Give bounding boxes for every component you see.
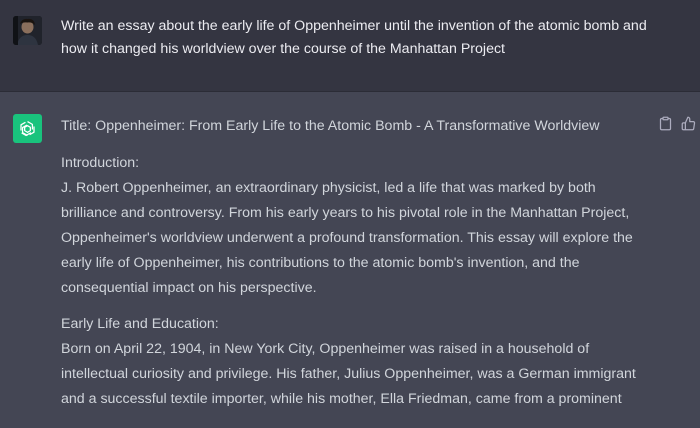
assistant-message-row: Title: Oppenheimer: From Early Life to t… — [0, 92, 700, 428]
early-life-body: Born on April 22, 1904, in New York City… — [61, 341, 636, 407]
clipboard-icon[interactable] — [657, 115, 673, 131]
thumbs-up-icon[interactable] — [680, 115, 696, 131]
intro-body: J. Robert Oppenheimer, an extraordinary … — [61, 180, 633, 296]
early-life-heading: Early Life and Education: — [61, 316, 219, 332]
assistant-message-text: Title: Oppenheimer: From Early Life to t… — [61, 114, 646, 412]
essay-title: Title: Oppenheimer: From Early Life to t… — [61, 118, 600, 134]
openai-logo-icon — [13, 114, 42, 143]
user-avatar-image — [13, 16, 42, 45]
message-actions — [657, 115, 696, 131]
user-avatar — [13, 16, 42, 45]
intro-heading: Introduction: — [61, 155, 140, 171]
user-message-text: Write an essay about the early life of O… — [61, 18, 647, 57]
user-message-row: Write an essay about the early life of O… — [0, 0, 700, 92]
